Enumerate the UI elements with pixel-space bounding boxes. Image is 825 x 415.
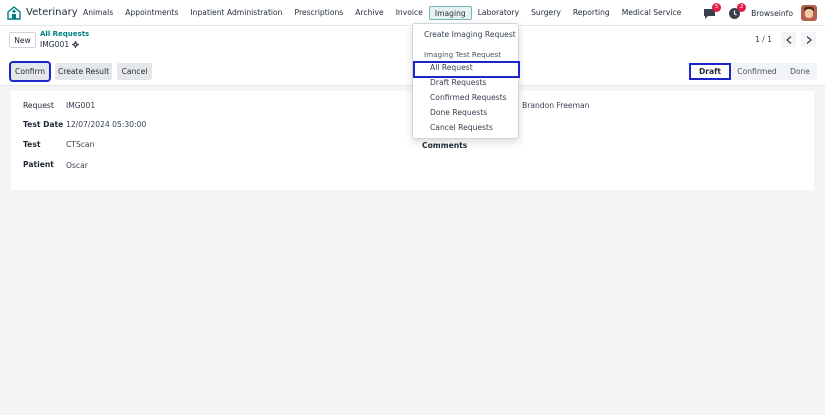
- request-field[interactable]: IMG001: [66, 101, 95, 110]
- new-button[interactable]: New: [9, 32, 36, 48]
- app-name[interactable]: Veterinary: [26, 7, 78, 18]
- menu-laboratory[interactable]: Laboratory: [472, 6, 525, 20]
- menu-prescriptions[interactable]: Prescriptions: [289, 6, 350, 20]
- company-name[interactable]: Browseinfo: [751, 9, 793, 18]
- patient-label: Patient: [23, 160, 54, 169]
- pager-next-button[interactable]: [801, 32, 816, 47]
- pager-previous-button[interactable]: [781, 32, 796, 47]
- menu-invoice[interactable]: Invoice: [390, 6, 429, 20]
- test-field[interactable]: CTScan: [66, 140, 94, 149]
- status-bar: Draft Confirmed Done: [689, 63, 817, 80]
- comments-label: Comments: [422, 141, 468, 150]
- cancel-button[interactable]: Cancel: [117, 63, 152, 80]
- dropdown-confirmed-requests[interactable]: Confirmed Requests: [430, 93, 535, 102]
- test-date-field[interactable]: 12/07/2024 05:30:00: [66, 120, 146, 129]
- pager-value[interactable]: 1 / 1: [755, 35, 772, 44]
- clock-activity-icon[interactable]: 2: [728, 2, 747, 20]
- record-title: IMG001: [40, 40, 80, 49]
- chevron-left-icon: [785, 35, 791, 44]
- messages-icon[interactable]: 5: [703, 2, 722, 20]
- menu-appointments[interactable]: Appointments: [119, 6, 184, 20]
- test-label: Test: [23, 140, 41, 149]
- selection-highlight: [413, 61, 520, 78]
- test-date-label: Test Date: [23, 120, 64, 129]
- dropdown-done-requests[interactable]: Done Requests: [430, 108, 535, 117]
- confirm-button[interactable]: Confirm: [9, 61, 51, 82]
- messages-badge: 5: [712, 2, 722, 12]
- patient-field[interactable]: Oscar: [66, 161, 88, 170]
- status-confirmed[interactable]: Confirmed: [731, 63, 783, 80]
- gear-icon[interactable]: [72, 41, 80, 48]
- menu-animals[interactable]: Animals: [77, 6, 119, 20]
- dropdown-section-imaging-test-request: Imaging Test Request: [424, 50, 502, 59]
- dropdown-create-imaging-request[interactable]: Create Imaging Request: [424, 30, 529, 39]
- menu-medical-service[interactable]: Medical Service: [616, 6, 688, 20]
- pager: 1 / 1: [755, 32, 816, 47]
- record-name: IMG001: [40, 40, 70, 49]
- dropdown-cancel-requests[interactable]: Cancel Requests: [430, 123, 535, 132]
- dropdown-draft-requests[interactable]: Draft Requests: [430, 78, 535, 87]
- request-label: Request: [23, 101, 54, 110]
- home-clinic-icon[interactable]: [7, 6, 21, 20]
- menu-reporting[interactable]: Reporting: [567, 6, 616, 20]
- status-done[interactable]: Done: [783, 63, 817, 80]
- menu-surgery[interactable]: Surgery: [525, 6, 567, 20]
- menu-inpatient-administration[interactable]: Inpatient Administration: [184, 6, 288, 20]
- menu-imaging[interactable]: Imaging: [428, 6, 472, 20]
- navbar-systray: 5 2 Browseinfo: [703, 2, 817, 22]
- menu-archive[interactable]: Archive: [349, 6, 389, 20]
- activity-badge: 2: [737, 2, 747, 12]
- chevron-right-icon: [806, 35, 812, 44]
- imaging-dropdown-menu: Create Imaging Request Imaging Test Requ…: [412, 23, 520, 139]
- user-avatar[interactable]: [801, 5, 817, 21]
- top-navbar: Veterinary Animals Appointments Inpatien…: [0, 0, 825, 26]
- main-menu: Animals Appointments Inpatient Administr…: [77, 0, 687, 26]
- create-result-button[interactable]: Create Result: [55, 63, 112, 80]
- status-draft[interactable]: Draft: [689, 63, 731, 80]
- breadcrumb-all-requests[interactable]: All Requests: [40, 30, 89, 38]
